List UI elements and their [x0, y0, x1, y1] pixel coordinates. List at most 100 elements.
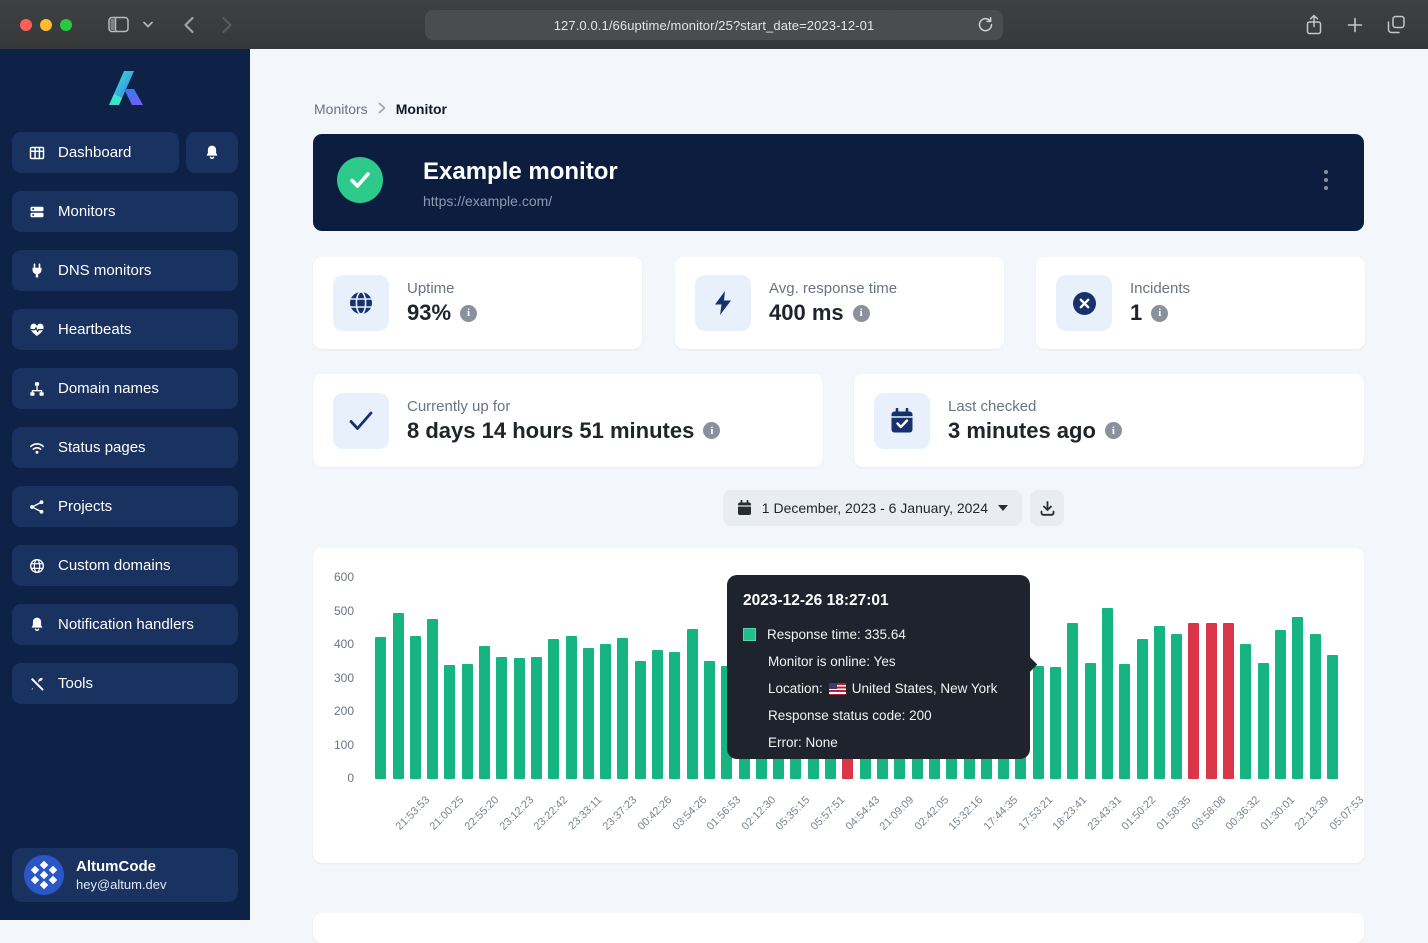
sidebar-toggle-icon[interactable] — [108, 16, 129, 33]
chevron-down-icon[interactable] — [143, 21, 153, 28]
bar-up[interactable] — [548, 639, 559, 779]
monitor-menu-button[interactable] — [1324, 170, 1328, 190]
bar-up[interactable] — [514, 658, 525, 779]
sidebar-item-status-pages[interactable]: Status pages — [12, 427, 238, 468]
bar-up[interactable] — [566, 636, 577, 779]
forward-button[interactable] — [221, 16, 233, 34]
bar-up[interactable] — [583, 648, 594, 779]
bar-up[interactable] — [444, 665, 455, 779]
bar-up[interactable] — [1327, 655, 1338, 779]
bar-up[interactable] — [652, 650, 663, 779]
window-controls[interactable] — [20, 19, 72, 31]
bar-up[interactable] — [687, 629, 698, 779]
bar-up[interactable] — [479, 646, 490, 779]
x-axis-label: 17:53:21 — [1016, 794, 1055, 833]
sidebar-item-heartbeats[interactable]: Heartbeats — [12, 309, 238, 350]
bar-up[interactable] — [669, 652, 680, 779]
bar-up[interactable] — [1102, 608, 1113, 779]
y-axis-tick: 300 — [314, 671, 354, 685]
x-axis-label: 02:12:30 — [739, 794, 778, 833]
sidebar-item-dns-monitors[interactable]: DNS monitors — [12, 250, 238, 291]
bar-up[interactable] — [462, 664, 473, 779]
minimize-window-button[interactable] — [40, 19, 52, 31]
sidebar-item-label: Notification handlers — [58, 616, 194, 633]
tab-overview-icon[interactable] — [1387, 15, 1406, 34]
sidebar-item-tools[interactable]: Tools — [12, 663, 238, 704]
response-time-card: Avg. response time 400 msi — [675, 257, 1004, 349]
x-axis-label: 15:32:16 — [947, 794, 986, 833]
info-icon[interactable]: i — [1151, 305, 1168, 322]
user-account[interactable]: AltumCode hey@altum.dev — [12, 848, 238, 902]
back-button[interactable] — [183, 16, 195, 34]
bar-up[interactable] — [1137, 639, 1148, 779]
bell-icon — [29, 616, 45, 633]
x-axis-label: 01:56:53 — [705, 794, 744, 833]
bar-up[interactable] — [1171, 634, 1182, 779]
bar-down[interactable] — [1223, 623, 1234, 779]
bar-down[interactable] — [1206, 623, 1217, 779]
dashboard-icon — [29, 145, 45, 161]
tooltip-location-value: United States, New York — [852, 681, 998, 696]
bar-up[interactable] — [1275, 630, 1286, 779]
info-icon[interactable]: i — [1105, 422, 1122, 439]
breadcrumb-monitors-link[interactable]: Monitors — [314, 101, 368, 117]
bar-up[interactable] — [1067, 623, 1078, 779]
y-axis-tick: 600 — [314, 570, 354, 584]
zoom-window-button[interactable] — [60, 19, 72, 31]
new-tab-icon[interactable] — [1347, 17, 1363, 33]
tooltip-location-label: Location: — [768, 681, 823, 696]
y-axis-tick: 200 — [314, 704, 354, 718]
close-window-button[interactable] — [20, 19, 32, 31]
server-icon — [29, 204, 45, 220]
sidebar-item-custom-domains[interactable]: Custom domains — [12, 545, 238, 586]
bar-up[interactable] — [410, 636, 421, 779]
bar-up[interactable] — [1085, 663, 1096, 779]
bar-up[interactable] — [1050, 667, 1061, 779]
uptime-value: 93% — [407, 300, 451, 326]
bar-up[interactable] — [1119, 664, 1130, 779]
status-up-badge — [337, 157, 383, 203]
export-button[interactable] — [1030, 490, 1064, 526]
sidebar-item-projects[interactable]: Projects — [12, 486, 238, 527]
notifications-button[interactable] — [186, 132, 238, 173]
sidebar-item-dashboard[interactable]: Dashboard — [12, 132, 179, 173]
incidents-label: Incidents — [1130, 280, 1190, 297]
bar-up[interactable] — [1240, 644, 1251, 779]
breadcrumb-current: Monitor — [396, 101, 447, 117]
info-icon[interactable]: i — [460, 305, 477, 322]
bar-up[interactable] — [531, 657, 542, 779]
sidebar-item-domain-names[interactable]: Domain names — [12, 368, 238, 409]
bar-up[interactable] — [1292, 617, 1303, 779]
address-bar[interactable]: 127.0.0.1/66uptime/monitor/25?start_date… — [425, 10, 1003, 40]
bar-up[interactable] — [1033, 666, 1044, 779]
bar-up[interactable] — [704, 661, 715, 779]
bar-up[interactable] — [375, 637, 386, 779]
response-time-label: Avg. response time — [769, 280, 897, 297]
bar-up[interactable] — [427, 619, 438, 779]
share-icon[interactable] — [1305, 14, 1323, 36]
bar-down[interactable] — [1188, 623, 1199, 779]
main-content: Monitors Monitor Example monitor https:/… — [250, 49, 1428, 920]
sidebar-item-label: Heartbeats — [58, 321, 131, 338]
sidebar-item-monitors[interactable]: Monitors — [12, 191, 238, 232]
bar-up[interactable] — [617, 638, 628, 779]
date-range-picker[interactable]: 1 December, 2023 - 6 January, 2024 — [723, 490, 1022, 526]
bar-up[interactable] — [1310, 634, 1321, 779]
x-axis-label: 01:58:35 — [1155, 794, 1194, 833]
x-axis-label: 23:37:23 — [601, 794, 640, 833]
currently-up-value: 8 days 14 hours 51 minutes — [407, 418, 694, 444]
bar-up[interactable] — [393, 613, 404, 779]
last-checked-label: Last checked — [948, 398, 1122, 415]
info-icon[interactable]: i — [853, 305, 870, 322]
bar-up[interactable] — [496, 657, 507, 779]
sidebar-item-label: Custom domains — [58, 557, 171, 574]
bar-up[interactable] — [1258, 663, 1269, 779]
bar-up[interactable] — [600, 644, 611, 779]
altumcode-logo[interactable] — [101, 65, 149, 109]
refresh-icon[interactable] — [977, 16, 994, 33]
bar-up[interactable] — [1154, 626, 1165, 779]
info-icon[interactable]: i — [703, 422, 720, 439]
bar-up[interactable] — [635, 661, 646, 779]
sidebar-item-notification-handlers[interactable]: Notification handlers — [12, 604, 238, 645]
sidebar-item-label: DNS monitors — [58, 262, 151, 279]
